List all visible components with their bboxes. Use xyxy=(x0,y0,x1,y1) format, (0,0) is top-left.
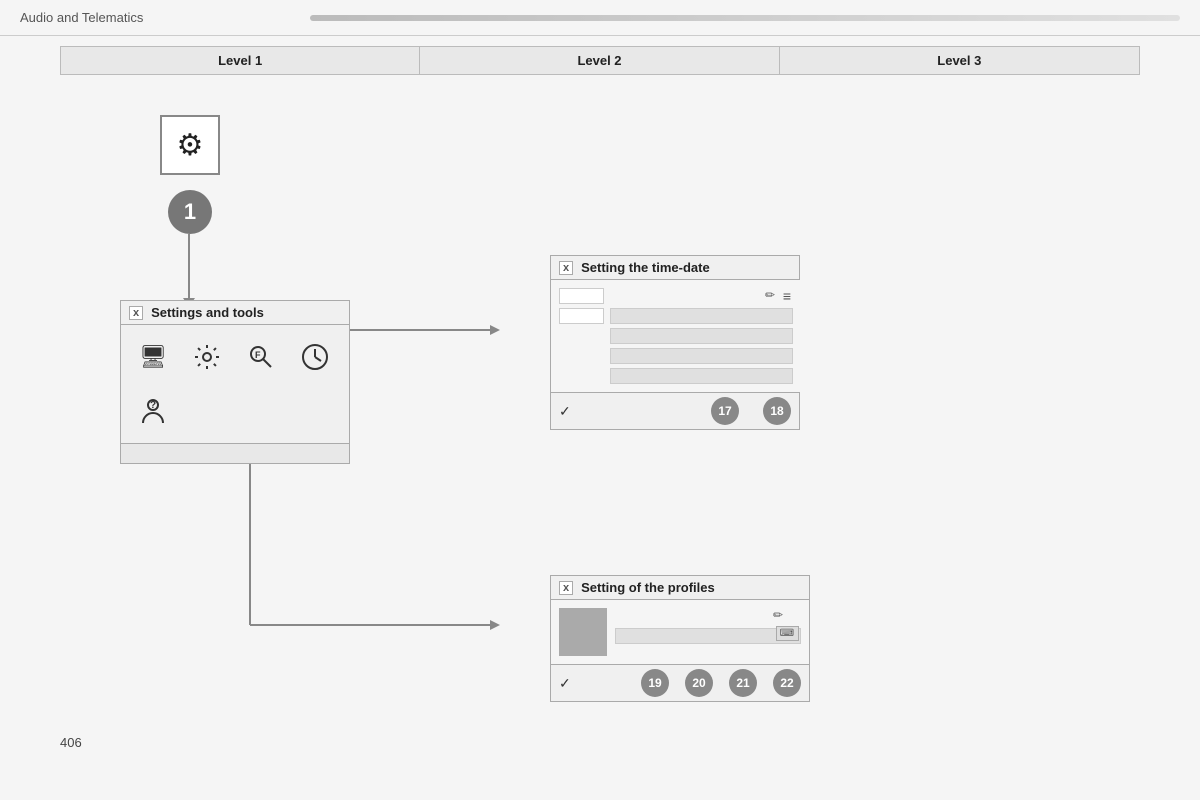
profiles-panel: x Setting of the profiles ✏ ⌨ ✓ 19 20 21… xyxy=(550,575,810,702)
level3-header: Level 3 xyxy=(780,47,1139,74)
time-row-3 xyxy=(610,348,793,364)
profiles-badge-20: 20 xyxy=(685,669,713,697)
display-icon[interactable]: 🖥 xyxy=(129,333,177,381)
settings-panel-footer xyxy=(121,443,349,463)
svg-text:F: F xyxy=(255,350,261,360)
clock-icon[interactable] xyxy=(291,333,339,381)
time-check-icon[interactable]: ✓ xyxy=(559,403,571,420)
level1-header: Level 1 xyxy=(61,47,420,74)
profiles-panel-body: ✏ ⌨ xyxy=(551,600,809,664)
time-panel-header: x Setting the time-date xyxy=(551,256,799,280)
settings-panel-header: x Settings and tools xyxy=(121,301,349,325)
header-title: Audio and Telematics xyxy=(20,10,310,25)
profiles-badge-21: 21 xyxy=(729,669,757,697)
main-area: ⚙ 1 x Settings and tools 🖥 F xyxy=(60,85,1140,765)
time-panel-footer: ✓ 17 18 xyxy=(551,392,799,429)
gear-box: ⚙ xyxy=(160,115,220,175)
profiles-right-content: ✏ ⌨ xyxy=(615,608,801,644)
profile-row-1 xyxy=(615,628,801,644)
profiles-badge-22: 22 xyxy=(773,669,801,697)
settings-panel-title: Settings and tools xyxy=(151,305,264,320)
time-row-1 xyxy=(610,308,793,324)
profiles-panel-footer: ✓ 19 20 21 22 xyxy=(551,664,809,701)
time-right-rows: ✏ ≡ xyxy=(610,288,793,384)
search-icon[interactable]: F xyxy=(237,333,285,381)
time-row-2 xyxy=(610,328,793,344)
settings-panel: x Settings and tools 🖥 F xyxy=(120,300,350,464)
circle-number-1: 1 xyxy=(168,190,212,234)
time-badge-18: 18 xyxy=(763,397,791,425)
levels-header: Level 1 Level 2 Level 3 xyxy=(60,46,1140,75)
page-number: 406 xyxy=(60,735,82,750)
time-close-button[interactable]: x xyxy=(559,261,573,275)
time-panel-body: ✏ ≡ xyxy=(551,280,801,392)
settings-close-button[interactable]: x xyxy=(129,306,143,320)
time-left-inputs xyxy=(559,288,604,384)
time-panel: x Setting the time-date ✏ ≡ ✓ xyxy=(550,255,800,430)
settings-panel-icons: 🖥 F xyxy=(121,325,349,443)
time-panel-title: Setting the time-date xyxy=(581,260,710,275)
time-menu-icon[interactable]: ≡ xyxy=(783,288,791,304)
profiles-edit-icon[interactable]: ✏ xyxy=(773,608,783,622)
profiles-keyboard-icon: ⌨ xyxy=(776,626,799,641)
user-help-icon[interactable]: ? xyxy=(129,387,177,435)
gear-icon: ⚙ xyxy=(177,128,204,163)
header-decoration xyxy=(310,15,1180,21)
time-edit-icon[interactable]: ✏ xyxy=(765,288,775,302)
level2-header: Level 2 xyxy=(420,47,779,74)
profiles-panel-header: x Setting of the profiles xyxy=(551,576,809,600)
time-badge-17: 17 xyxy=(711,397,739,425)
time-row-4 xyxy=(610,368,793,384)
profile-avatar xyxy=(559,608,607,656)
page-header: Audio and Telematics xyxy=(0,0,1200,36)
settings-cog-icon[interactable] xyxy=(183,333,231,381)
profiles-panel-title: Setting of the profiles xyxy=(581,580,715,595)
arrow-down-1 xyxy=(188,234,190,299)
svg-text:?: ? xyxy=(150,400,156,411)
profiles-badge-19: 19 xyxy=(641,669,669,697)
time-input-1[interactable] xyxy=(559,288,604,304)
profiles-check-icon[interactable]: ✓ xyxy=(559,675,571,692)
time-input-2[interactable] xyxy=(559,308,604,324)
profiles-close-button[interactable]: x xyxy=(559,581,573,595)
